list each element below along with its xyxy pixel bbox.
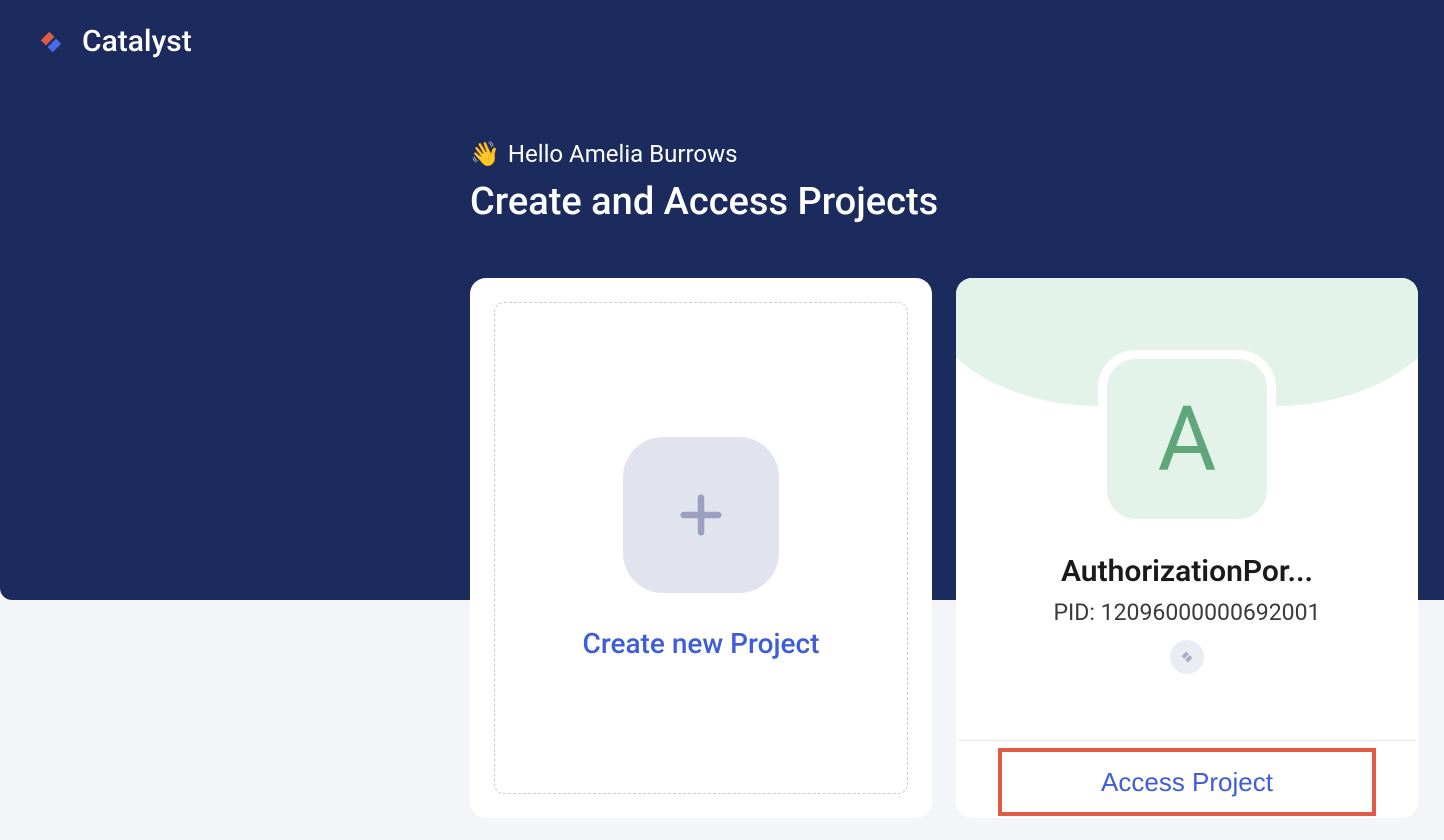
project-pid: PID: 12096000000692001 [996,599,1378,626]
header: Catalyst [0,0,1444,83]
page-title: Create and Access Projects [470,180,938,224]
access-button-highlight: Access Project [998,748,1376,816]
greeting-text: Hello Amelia Burrows [508,140,738,168]
wave-hand-icon: 👋 [470,140,500,168]
brand-name: Catalyst [82,24,192,59]
create-project-card[interactable]: Create new Project [470,278,932,818]
access-project-button[interactable]: Access Project [1101,767,1273,798]
project-info: AuthorizationPor... PID: 120960000006920… [956,554,1418,674]
create-project-inner: Create new Project [494,302,908,794]
project-logo-badge [1170,640,1204,674]
create-project-label: Create new Project [583,627,820,660]
project-name: AuthorizationPor... [996,554,1378,589]
project-avatar-letter: A [1158,387,1217,492]
plus-icon [675,489,727,541]
project-avatar: A [1098,350,1276,528]
catalyst-logo-icon [34,25,68,59]
card-footer-divider [958,740,1416,741]
greeting-line: 👋 Hello Amelia Burrows [470,140,938,168]
project-card[interactable]: A AuthorizationPor... PID: 1209600000069… [956,278,1418,818]
cards-container: Create new Project A AuthorizationPor...… [470,278,1418,818]
catalyst-small-icon [1178,648,1196,666]
plus-icon-box [623,437,779,593]
greeting-block: 👋 Hello Amelia Burrows Create and Access… [470,140,938,224]
